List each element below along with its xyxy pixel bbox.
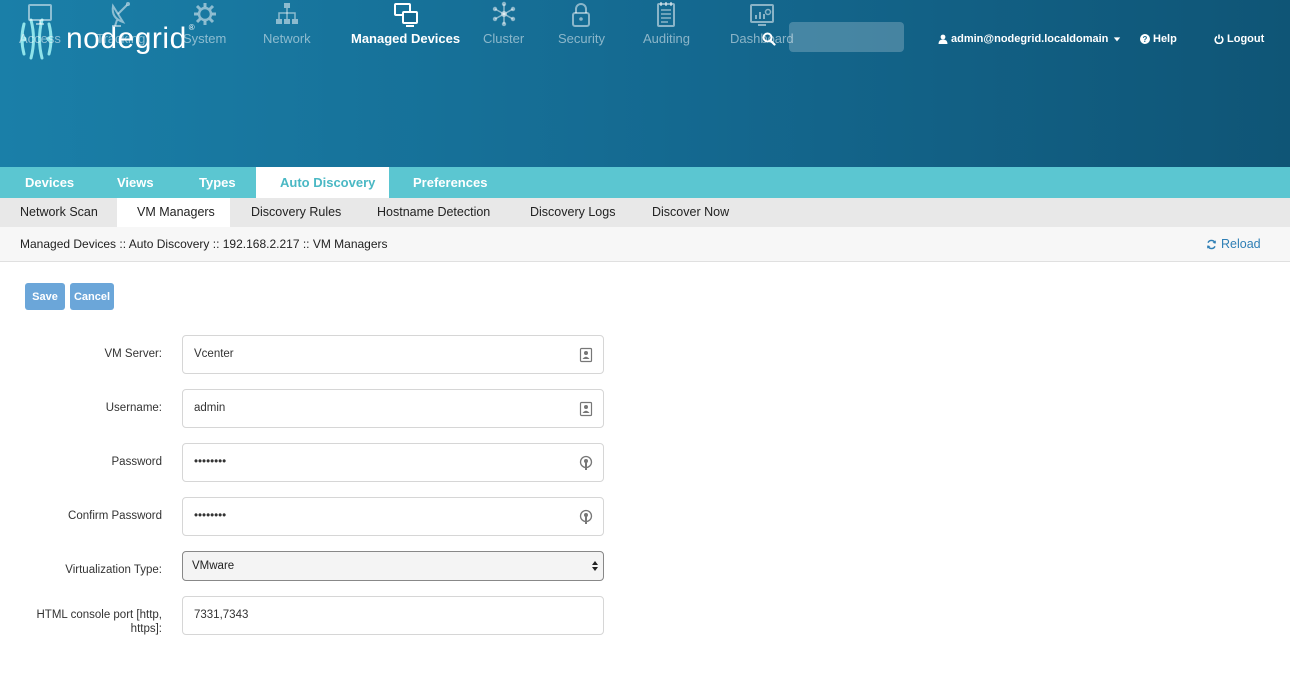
subtab-vm-managers[interactable]: VM Managers <box>117 198 230 227</box>
tab-auto-discovery[interactable]: Auto Discovery <box>256 167 389 198</box>
user-menu[interactable]: admin@nodegrid.localdomain <box>938 33 1121 45</box>
vm-server-label: VM Server: <box>104 348 162 360</box>
refresh-icon <box>1207 239 1216 249</box>
vm-server-value: Vcenter <box>194 348 234 360</box>
network-tree-icon <box>275 3 298 24</box>
confirm-password-label: Confirm Password <box>68 510 162 522</box>
html-console-port-value: 7331,7343 <box>194 609 249 621</box>
tab-views[interactable]: Views <box>92 167 179 198</box>
subtab-hostname-detection[interactable]: Hostname Detection <box>357 198 510 227</box>
username-field[interactable]: admin <box>182 389 604 428</box>
nav-label: Tracking <box>96 31 146 46</box>
subtab-network-scan[interactable]: Network Scan <box>0 198 118 227</box>
html-console-port-field[interactable]: 7331,7343 <box>182 596 604 635</box>
virtualization-type-label: Virtualization Type: <box>65 564 162 576</box>
monitor-icon <box>27 4 52 25</box>
nav-managed-devices[interactable]: Managed Devices <box>351 0 460 46</box>
nav-network[interactable]: Network <box>263 0 311 46</box>
nav-cluster[interactable]: Cluster <box>483 0 524 46</box>
nav-label: Security <box>558 31 605 46</box>
html-console-port-label: HTML console port [http, https]: <box>37 608 163 636</box>
html-console-port-label-line2: https]: <box>130 623 162 635</box>
contact-card-icon <box>579 347 593 363</box>
breadcrumb: Managed Devices :: Auto Discovery :: 192… <box>20 237 388 251</box>
html-console-port-label-line1: HTML console port [http, <box>36 609 163 621</box>
power-icon <box>1214 34 1224 44</box>
nav-label: Cluster <box>483 31 525 46</box>
breadcrumb-bar: Managed Devices :: Auto Discovery :: 192… <box>0 227 1290 262</box>
key-reveal-icon[interactable] <box>579 509 593 525</box>
username-value: admin <box>194 402 226 414</box>
notepad-icon <box>657 2 676 27</box>
nav-security[interactable]: Security <box>558 0 605 46</box>
search-input[interactable] <box>789 22 904 52</box>
cluster-icon <box>492 1 515 27</box>
caret-down-icon <box>1114 37 1121 42</box>
save-button[interactable]: Save <box>25 283 65 310</box>
confirm-password-field[interactable]: •••••••• <box>182 497 604 536</box>
virtualization-type-value: VMware <box>192 560 235 572</box>
nav-label: Managed Devices <box>351 31 461 46</box>
nav-access[interactable]: Access <box>19 0 61 46</box>
devices-icon <box>393 3 418 27</box>
user-name: admin@nodegrid.localdomain <box>951 33 1109 45</box>
dashboard-icon <box>749 4 774 26</box>
password-label: Password <box>111 456 163 468</box>
nav-auditing[interactable]: Auditing <box>643 0 690 46</box>
svg-text:?: ? <box>1143 35 1148 44</box>
subtab-discovery-rules[interactable]: Discovery Rules <box>231 198 361 227</box>
nav-label: Network <box>263 31 311 46</box>
password-value: •••••••• <box>194 456 227 468</box>
nav-label: System <box>183 31 227 46</box>
confirm-password-value: •••••••• <box>194 510 227 522</box>
password-field[interactable]: •••••••• <box>182 443 604 482</box>
select-arrows-icon <box>592 561 598 571</box>
contact-card-icon <box>579 401 593 417</box>
question-circle-icon: ? <box>1140 34 1150 44</box>
subtab-discover-now[interactable]: Discover Now <box>632 198 749 227</box>
logout-link[interactable]: Logout <box>1214 33 1264 45</box>
nav-tracking[interactable]: Tracking <box>96 0 145 46</box>
nav-label: Dashboard <box>730 31 794 46</box>
nav-label: Auditing <box>643 31 690 46</box>
nav-system[interactable]: System <box>183 0 226 46</box>
section-tabs: Devices Views Types Auto Discovery Prefe… <box>0 167 1290 198</box>
app-header: nodegrid ® admin@nodegrid.localdomain ? … <box>0 0 1290 167</box>
reload-button[interactable]: Reload <box>1206 237 1261 251</box>
satellite-dish-icon <box>111 2 130 27</box>
nav-dashboard[interactable]: Dashboard <box>730 0 794 46</box>
vm-server-field[interactable]: Vcenter <box>182 335 604 374</box>
lock-icon <box>572 3 591 27</box>
tab-types[interactable]: Types <box>174 167 261 198</box>
tab-devices[interactable]: Devices <box>0 167 99 198</box>
nav-label: Access <box>19 31 61 46</box>
subtab-discovery-logs[interactable]: Discovery Logs <box>510 198 635 227</box>
virtualization-type-select[interactable]: VMware <box>182 551 604 581</box>
tab-preferences[interactable]: Preferences <box>389 167 511 198</box>
help-link[interactable]: ? Help <box>1140 33 1177 45</box>
reload-label: Reload <box>1221 237 1261 251</box>
user-icon <box>938 34 948 44</box>
sub-tabs: Network Scan VM Managers Discovery Rules… <box>0 198 1290 227</box>
key-reveal-icon[interactable] <box>579 455 593 471</box>
username-label: Username: <box>105 402 162 414</box>
gear-icon <box>193 3 216 25</box>
help-label: Help <box>1153 33 1177 45</box>
logout-label: Logout <box>1227 33 1265 45</box>
cancel-button[interactable]: Cancel <box>70 283 114 310</box>
